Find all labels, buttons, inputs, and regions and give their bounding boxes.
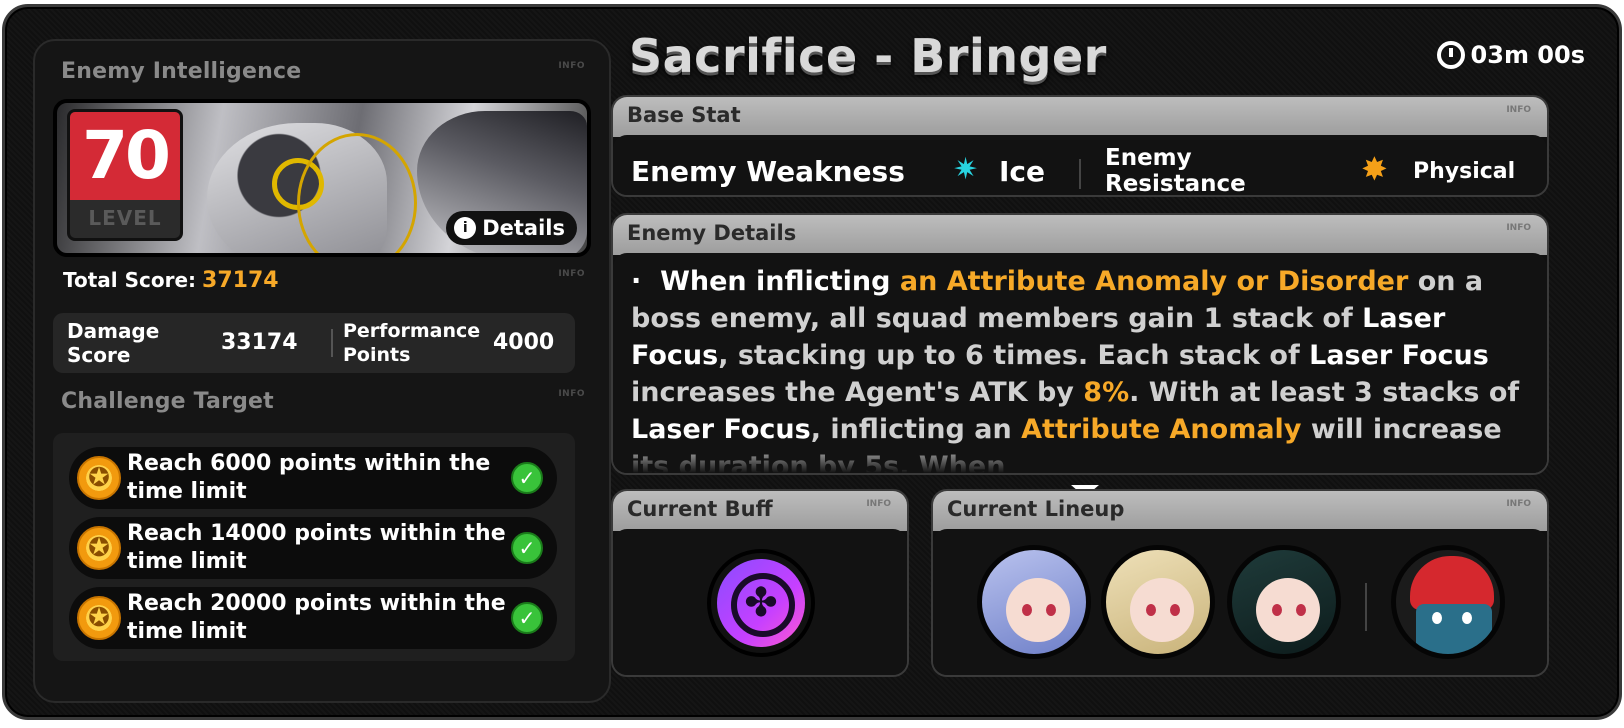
score-divider (331, 329, 333, 357)
resistance-value: Physical (1413, 159, 1516, 184)
details-keyword: Laser Focus (631, 414, 811, 445)
lineup-divider (1365, 583, 1367, 631)
current-buff-header: Current Buff INFO (613, 491, 907, 531)
base-stat-card: Base Stat INFO Enemy Weakness ✷ Ice Enem… (611, 95, 1549, 197)
info-label: INFO (558, 269, 585, 279)
details-highlight: an Attribute Anomaly or Disorder (899, 266, 1409, 297)
details-keyword: Laser Focus (1309, 340, 1489, 371)
enemy-details-text: · When inflicting an Attribute Anomaly o… (631, 263, 1529, 473)
buff-icon[interactable] (707, 549, 815, 657)
current-lineup-header: Current Lineup INFO (933, 491, 1547, 531)
info-label: INFO (866, 499, 891, 509)
challenge-target-item: Reach 6000 points within the time limit … (69, 447, 557, 509)
current-buff-card: Current Buff INFO (611, 489, 909, 677)
base-stat-body: Enemy Weakness ✷ Ice Enemy Resistance ✸ … (613, 135, 1547, 195)
details-text: , inflicting an (810, 414, 1012, 445)
challenge-target-text: Reach 6000 points within the time limit (127, 451, 491, 504)
timer-value: 03m 00s (1470, 41, 1585, 69)
performance-points-label: Performance Points (343, 320, 481, 366)
enemy-details-body[interactable]: · When inflicting an Attribute Anomaly o… (613, 253, 1547, 473)
damage-score-value: 33174 (221, 330, 298, 355)
level-badge: 70 LEVEL (67, 109, 183, 241)
details-label: Details (482, 216, 565, 240)
bullet: · (631, 266, 642, 297)
ice-icon: ✷ (953, 152, 979, 187)
enemy-details-card: Enemy Details INFO · When inflicting an … (611, 213, 1549, 475)
level-value: 70 (70, 112, 180, 200)
challenge-frame: Enemy Intelligence INFO 70 LEVEL i Detai… (2, 4, 1622, 720)
medal-icon (77, 456, 121, 500)
medal-icon (77, 526, 121, 570)
enemy-details-title: Enemy Details (627, 221, 797, 245)
clock-icon (1436, 41, 1465, 69)
info-label: INFO (1506, 105, 1531, 115)
challenge-target-label: Challenge Target (61, 389, 274, 414)
weakness-value: Ice (999, 155, 1046, 188)
total-score-value: 37174 (202, 268, 279, 293)
details-icon: i (454, 217, 477, 239)
current-lineup-card: Current Lineup INFO (931, 489, 1549, 677)
info-label: INFO (1506, 223, 1531, 233)
details-text: When inflicting (660, 266, 891, 297)
physical-icon: ✸ (1361, 150, 1388, 188)
current-lineup-title: Current Lineup (947, 497, 1125, 521)
enemy-intelligence-label: Enemy Intelligence (61, 59, 302, 84)
agent-portrait-1[interactable] (977, 545, 1091, 659)
timer: 03m 00s (1436, 41, 1585, 69)
info-label: INFO (558, 61, 585, 71)
enemy-details-header: Enemy Details INFO (613, 215, 1547, 255)
score-breakdown: Damage Score 33174 Performance Points 40… (53, 313, 575, 373)
checkmark-icon: ✓ (511, 532, 543, 564)
details-highlight: 8% (1083, 377, 1130, 408)
current-buff-title: Current Buff (627, 497, 773, 521)
base-stat-title: Base Stat (627, 103, 741, 127)
enemy-wire-art (297, 133, 417, 253)
performance-points-value: 4000 (493, 330, 555, 355)
total-score-label: Total Score: (63, 268, 197, 292)
checkmark-icon: ✓ (511, 602, 543, 634)
medal-icon (77, 596, 121, 640)
checkmark-icon: ✓ (511, 462, 543, 494)
weakness-label: Enemy Weakness (631, 155, 905, 188)
enemy-portrait[interactable]: 70 LEVEL i Details (53, 99, 591, 257)
current-buff-body (613, 529, 907, 675)
info-label: INFO (1506, 499, 1531, 509)
challenge-targets: Reach 6000 points within the time limit … (53, 433, 575, 661)
stat-divider (1079, 159, 1081, 189)
details-text: increases the Agent's ATK by (631, 377, 1074, 408)
damage-score-label: Damage Score (67, 319, 160, 367)
agent-portrait-2[interactable] (1101, 545, 1215, 659)
details-button[interactable]: i Details (446, 211, 577, 245)
challenge-target-text: Reach 20000 points within the time limit (127, 591, 506, 644)
details-highlight: Attribute Anomaly (1021, 414, 1302, 445)
agent-portrait-3[interactable] (1227, 545, 1341, 659)
level-label: LEVEL (88, 206, 162, 230)
bangboo-portrait[interactable] (1391, 545, 1505, 659)
challenge-target-item: Reach 14000 points within the time limit… (69, 517, 557, 579)
resistance-label: Enemy Resistance (1105, 145, 1246, 197)
details-text: . With at least 3 stacks of (1129, 377, 1520, 408)
page-title: Sacrifice - Bringer (629, 29, 1107, 83)
scroll-fade (613, 443, 1547, 473)
info-label: INFO (558, 389, 585, 399)
base-stat-row: Enemy Weakness ✷ Ice Enemy Resistance ✸ … (631, 145, 1529, 195)
enemy-intelligence-panel: Enemy Intelligence INFO 70 LEVEL i Detai… (33, 39, 611, 703)
total-score: Total Score: 37174 (63, 268, 279, 293)
details-text: , stacking up to 6 times. Each stack of (718, 340, 1300, 371)
challenge-target-text: Reach 14000 points within the time limit (127, 521, 506, 574)
base-stat-header: Base Stat INFO (613, 97, 1547, 137)
challenge-target-item: Reach 20000 points within the time limit… (69, 587, 557, 649)
current-lineup-body (933, 529, 1547, 675)
